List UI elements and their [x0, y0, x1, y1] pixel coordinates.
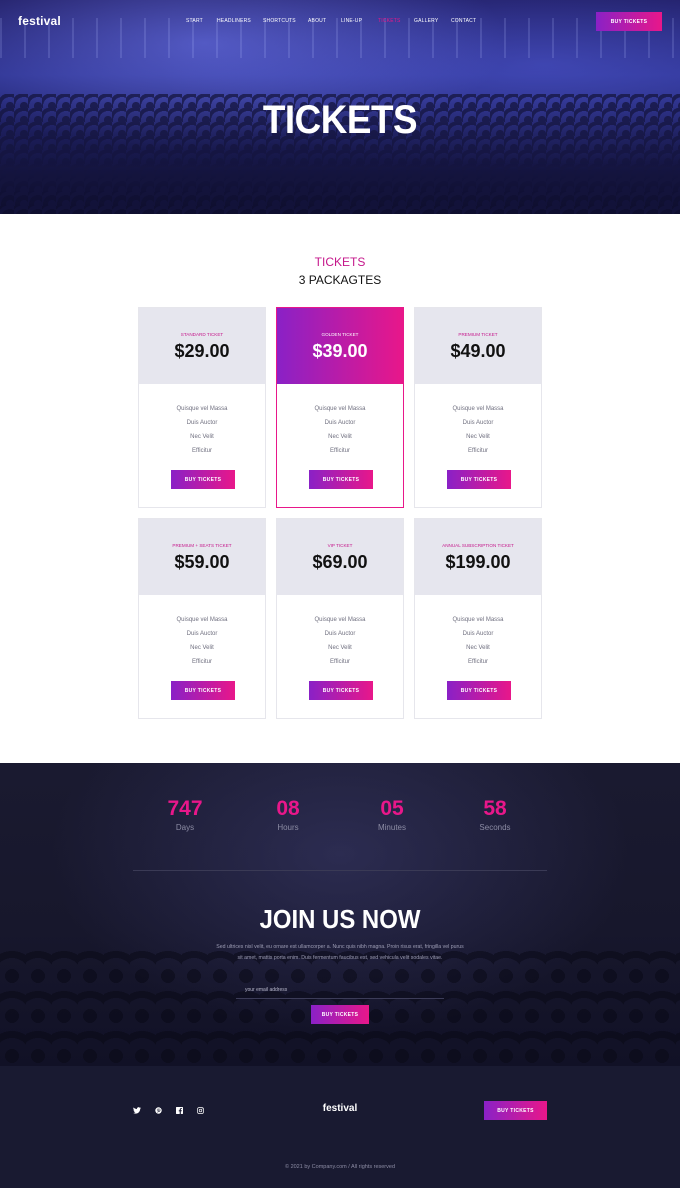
feature-item: Efficitur [468, 659, 488, 665]
buy-tickets-button[interactable]: Buy Tickets [447, 681, 511, 700]
feature-list: Quisque vel Massa Duis Auctor Nec Velit … [139, 402, 265, 458]
ticket-card-standard: Standard Ticket $29.00 Quisque vel Massa… [138, 307, 266, 508]
feature-item: Duis Auctor [324, 420, 356, 426]
feature-item: Quisque vel Massa [176, 406, 228, 412]
feature-item: Nec Velit [328, 434, 352, 440]
feature-item: Efficitur [192, 659, 212, 665]
nav-item-headliners[interactable]: Headliners [217, 18, 251, 24]
feature-item: Nec Velit [328, 645, 352, 651]
ticket-card-premium: Premium Ticket $49.00 Quisque vel Massa … [414, 307, 542, 508]
ticket-price: $69.00 [312, 552, 368, 572]
countdown-value: 08 [276, 797, 300, 820]
countdown-label: Days [175, 823, 195, 832]
facebook-icon[interactable] [173, 1104, 185, 1116]
divider [133, 870, 547, 871]
nav-item-start[interactable]: Start [186, 18, 203, 24]
footer-logo[interactable]: festival [290, 1103, 390, 1114]
countdown-value: 05 [380, 797, 404, 820]
logo[interactable]: festival [18, 14, 61, 28]
pinterest-icon[interactable] [152, 1104, 164, 1116]
ticket-name: Golden Ticket [321, 332, 359, 337]
ticket-card-vip: VIP Ticket $69.00 Quisque vel Massa Duis… [276, 518, 404, 719]
feature-item: Quisque vel Massa [452, 406, 504, 412]
navbar: festival Start Headliners Shortcuts Abou… [0, 0, 680, 44]
countdown-minutes: 05 Minutes [362, 797, 422, 832]
card-header: Premium Ticket $49.00 [415, 308, 541, 384]
ticket-price: $199.00 [445, 552, 511, 572]
footer-buy-tickets-button[interactable]: Buy Tickets [484, 1101, 547, 1120]
card-header: Annual Subscription Ticket $199.00 [415, 519, 541, 595]
copyright: © 2021 by Company.com / All rights reser… [284, 1164, 396, 1170]
feature-item: Efficitur [468, 448, 488, 454]
email-field[interactable] [236, 982, 444, 999]
card-header: Golden Ticket $39.00 [277, 308, 403, 384]
feature-list: Quisque vel Massa Duis Auctor Nec Velit … [277, 613, 403, 669]
join-description: Sed ultrices nisl velit, eu ornare est u… [216, 944, 464, 961]
buy-tickets-button[interactable]: Buy Tickets [171, 681, 235, 700]
section-eyebrow: TICKETS [314, 255, 366, 269]
card-header: Standard Ticket $29.00 [139, 308, 265, 384]
feature-item: Nec Velit [190, 645, 214, 651]
feature-item: Duis Auctor [186, 631, 218, 637]
nav-item-gallery[interactable]: Gallery [414, 18, 438, 24]
card-header: Premium + Seats Ticket $59.00 [139, 519, 265, 595]
ticket-name: VIP Ticket [327, 543, 353, 548]
feature-item: Duis Auctor [462, 420, 494, 426]
hero-banner: festival Start Headliners Shortcuts Abou… [0, 0, 680, 214]
join-title: JOIN US NOW [259, 904, 421, 934]
feature-list: Quisque vel Massa Duis Auctor Nec Velit … [415, 402, 541, 458]
ticket-price: $39.00 [312, 341, 368, 361]
ticket-card-premium-seats: Premium + Seats Ticket $59.00 Quisque ve… [138, 518, 266, 719]
ticket-card-golden: Golden Ticket $39.00 Quisque vel Massa D… [276, 307, 404, 508]
buy-tickets-button[interactable]: Buy Tickets [447, 470, 511, 489]
feature-item: Efficitur [330, 448, 350, 454]
section-heading: 3 PACKAGTES [298, 273, 382, 287]
countdown-value: 747 [167, 797, 203, 820]
feature-list: Quisque vel Massa Duis Auctor Nec Velit … [139, 613, 265, 669]
feature-list: Quisque vel Massa Duis Auctor Nec Velit … [415, 613, 541, 669]
feature-item: Efficitur [330, 659, 350, 665]
card-header: VIP Ticket $69.00 [277, 519, 403, 595]
nav-item-contact[interactable]: Contact [451, 18, 476, 24]
instagram-icon[interactable] [194, 1104, 206, 1116]
countdown-value: 58 [483, 797, 507, 820]
feature-item: Nec Velit [190, 434, 214, 440]
header-buy-tickets-button[interactable]: Buy Tickets [596, 12, 662, 31]
feature-item: Duis Auctor [186, 420, 218, 426]
nav-item-line-up[interactable]: Line-up [341, 18, 362, 24]
nav-item-tickets[interactable]: Tickets [378, 18, 401, 24]
nav-item-about[interactable]: About [308, 18, 326, 24]
buy-tickets-button[interactable]: Buy Tickets [309, 681, 373, 700]
buy-tickets-button[interactable]: Buy Tickets [171, 470, 235, 489]
page-title: TICKETS [262, 98, 418, 142]
feature-item: Quisque vel Massa [176, 617, 228, 623]
feature-item: Quisque vel Massa [314, 406, 366, 412]
ticket-price: $59.00 [174, 552, 230, 572]
countdown-seconds: 58 Seconds [465, 797, 525, 832]
ticket-name: Annual Subscription Ticket [442, 543, 514, 548]
twitter-icon[interactable] [131, 1104, 143, 1116]
feature-item: Duis Auctor [462, 631, 494, 637]
countdown-hours: 08 Hours [258, 797, 318, 832]
ticket-name: Standard Ticket [180, 332, 224, 337]
feature-item: Nec Velit [466, 434, 490, 440]
ticket-price: $29.00 [174, 341, 230, 361]
ticket-name: Premium + Seats Ticket [172, 543, 232, 548]
countdown-label: Minutes [377, 823, 406, 832]
feature-item: Quisque vel Massa [314, 617, 366, 623]
ticket-price: $49.00 [450, 341, 506, 361]
countdown-label: Hours [277, 823, 299, 832]
feature-item: Nec Velit [466, 645, 490, 651]
ticket-card-annual-subscription: Annual Subscription Ticket $199.00 Quisq… [414, 518, 542, 719]
feature-item: Quisque vel Massa [452, 617, 504, 623]
nav-item-shortcuts[interactable]: Shortcuts [263, 18, 296, 24]
feature-list: Quisque vel Massa Duis Auctor Nec Velit … [277, 402, 403, 458]
countdown-label: Seconds [479, 823, 511, 832]
buy-tickets-button[interactable]: Buy Tickets [309, 470, 373, 489]
ticket-name: Premium Ticket [458, 332, 498, 337]
feature-item: Efficitur [192, 448, 212, 454]
feature-item: Duis Auctor [324, 631, 356, 637]
countdown-days: 747 Days [155, 797, 215, 832]
join-buy-tickets-button[interactable]: Buy Tickets [311, 1005, 369, 1024]
